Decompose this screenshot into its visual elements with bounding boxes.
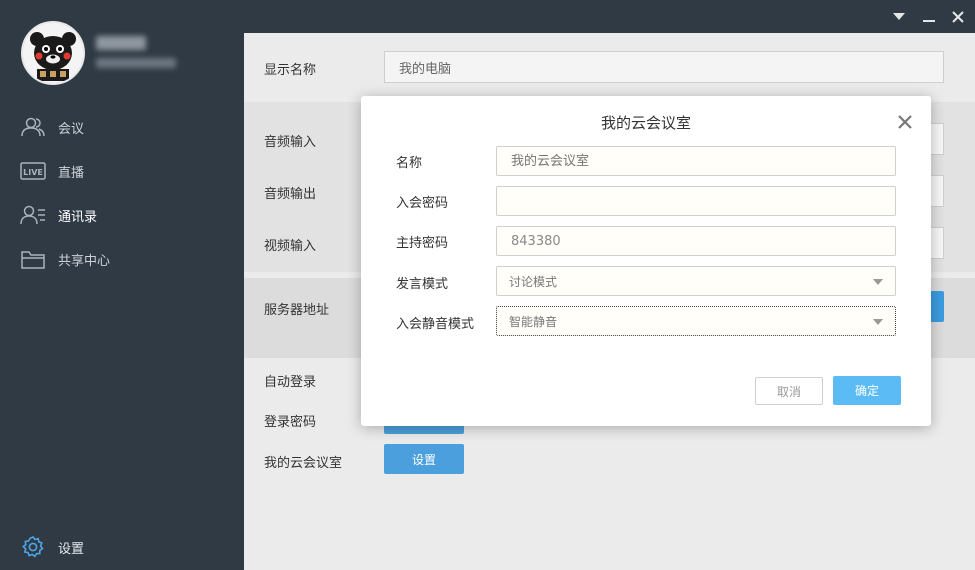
- sidebar-item-settings[interactable]: 设置: [0, 527, 244, 567]
- speak-mode-value: 讨论模式: [509, 274, 558, 289]
- video-input-label: 视频输入: [264, 239, 317, 254]
- mute-mode-label: 入会静音模式: [396, 317, 475, 332]
- mute-mode-select[interactable]: 智能静音: [496, 306, 896, 336]
- sidebar: 会议 LIVE 直播 通讯录 共享中心 设置: [0, 0, 244, 570]
- my-room-dialog: 我的云会议室 名称 入会密码 主持密码 发言模式 讨论模式 入会静音模式 智能静…: [361, 96, 931, 426]
- login-password-label: 登录密码: [264, 415, 317, 430]
- sidebar-item-live[interactable]: LIVE 直播: [0, 151, 244, 191]
- my-room-set-button[interactable]: 设置: [384, 444, 464, 474]
- people-icon: [20, 116, 46, 138]
- login-password-button[interactable]: [384, 425, 464, 434]
- host-password-label: 主持密码: [396, 236, 449, 251]
- display-name-input[interactable]: 我的电脑: [384, 51, 944, 83]
- dropdown-icon[interactable]: [890, 8, 908, 26]
- chevron-down-icon: [873, 319, 883, 325]
- set-button-label: 设置: [411, 452, 436, 467]
- svg-text:LIVE: LIVE: [23, 168, 43, 177]
- speak-mode-label: 发言模式: [396, 277, 449, 292]
- folder-icon: [20, 248, 46, 270]
- server-address-label: 服务器地址: [264, 303, 330, 318]
- user-name-blurred: [96, 36, 146, 50]
- close-icon[interactable]: [949, 8, 967, 26]
- gear-icon: [20, 536, 46, 558]
- speak-mode-select[interactable]: 讨论模式: [496, 266, 896, 296]
- name-input[interactable]: [496, 146, 896, 176]
- ok-button[interactable]: 确定: [833, 376, 901, 405]
- dialog-close-icon[interactable]: [895, 112, 915, 132]
- join-password-input[interactable]: [496, 186, 896, 216]
- chevron-down-icon: [873, 279, 883, 285]
- display-name-value: 我的电脑: [399, 61, 452, 77]
- sidebar-item-meeting[interactable]: 会议: [0, 107, 244, 147]
- join-password-label: 入会密码: [396, 196, 449, 211]
- sidebar-item-label: 直播: [58, 165, 85, 181]
- sidebar-item-contacts[interactable]: 通讯录: [0, 195, 244, 235]
- display-name-label: 显示名称: [264, 63, 317, 78]
- audio-input-label: 音频输入: [264, 135, 317, 150]
- minimize-icon[interactable]: [920, 8, 938, 26]
- name-label: 名称: [396, 156, 423, 171]
- avatar[interactable]: [21, 21, 85, 85]
- sidebar-item-label: 设置: [58, 541, 85, 557]
- user-id-blurred: [96, 58, 176, 68]
- cancel-button-label: 取消: [776, 384, 801, 399]
- sidebar-item-label: 通讯录: [58, 209, 98, 225]
- live-icon: LIVE: [20, 160, 46, 182]
- auto-login-label: 自动登录: [264, 375, 317, 390]
- host-password-input[interactable]: [496, 226, 896, 256]
- sidebar-item-label: 共享中心: [58, 253, 111, 269]
- window-titlebar: [244, 0, 975, 33]
- audio-output-label: 音频输出: [264, 187, 317, 202]
- contacts-icon: [20, 204, 46, 226]
- cancel-button[interactable]: 取消: [755, 377, 823, 405]
- sidebar-item-label: 会议: [58, 121, 85, 137]
- dialog-title: 我的云会议室: [600, 114, 691, 132]
- sidebar-item-share-center[interactable]: 共享中心: [0, 239, 244, 279]
- mute-mode-value: 智能静音: [509, 314, 558, 329]
- bear-avatar-icon: [23, 23, 83, 83]
- ok-button-label: 确定: [854, 384, 879, 398]
- my-room-label: 我的云会议室: [264, 456, 343, 471]
